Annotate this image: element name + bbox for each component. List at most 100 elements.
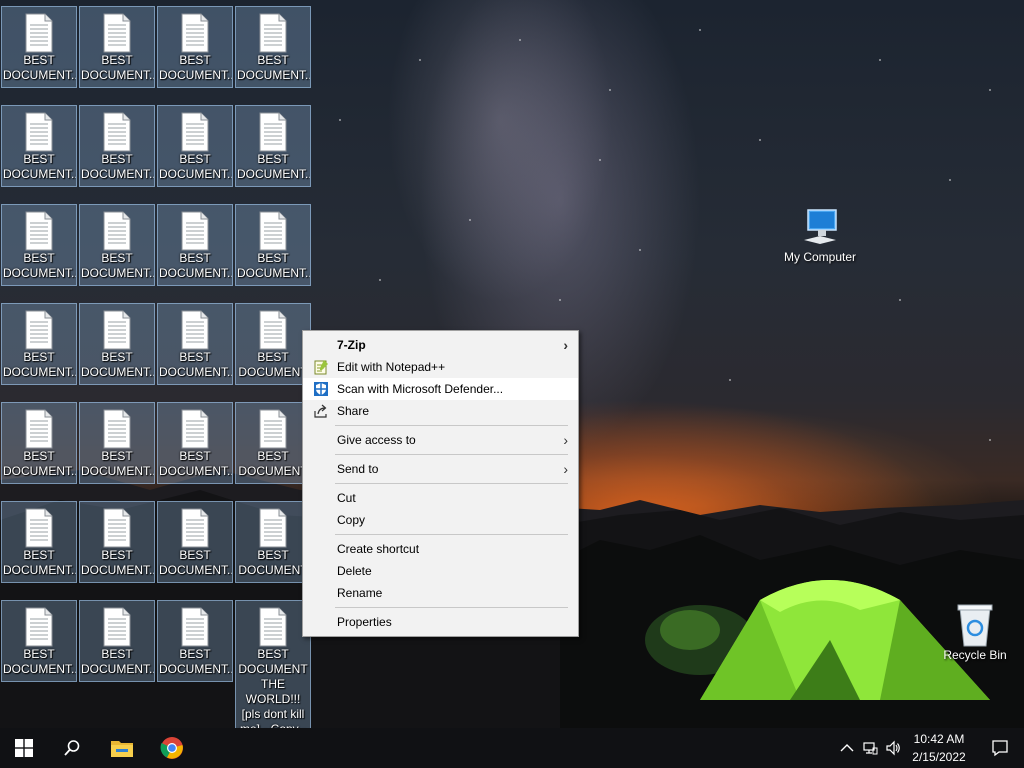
defender-shield-icon <box>314 382 328 396</box>
clock-date: 2/15/2022 <box>912 750 966 764</box>
desktop-file-icon[interactable]: BEST DOCUMENT <box>235 402 311 484</box>
search-button[interactable] <box>48 728 96 768</box>
desktop-file-icon[interactable]: BEST DOCUMENT... <box>79 204 155 286</box>
menu-item-label: Send to <box>337 462 379 476</box>
file-name-label: BEST DOCUMENT... <box>159 251 232 280</box>
menu-item-7zip[interactable]: 7-Zip › <box>303 334 578 356</box>
submenu-arrow-icon: › <box>563 432 568 448</box>
recycle-bin-label: Recycle Bin <box>943 648 1007 662</box>
my-computer-label: My Computer <box>783 250 857 264</box>
desktop-file-icon[interactable]: BEST DOCUMENT... <box>79 6 155 88</box>
menu-item-label: Give access to <box>337 433 416 447</box>
menu-item-edit-notepadpp[interactable]: Edit with Notepad++ <box>303 356 578 378</box>
my-computer-shortcut[interactable]: My Computer <box>778 206 862 264</box>
desktop-file-icon[interactable]: BEST DOCUMENT... <box>157 501 233 583</box>
file-name-label: BEST DOCUMENT... <box>3 350 76 379</box>
menu-item-label: Share <box>337 404 370 418</box>
document-icon <box>259 112 287 152</box>
menu-item-label: Delete <box>337 564 372 578</box>
menu-item-rename[interactable]: Rename <box>303 582 578 604</box>
desktop-file-icon[interactable]: BEST DOCUMENT... <box>235 6 311 88</box>
network-icon[interactable] <box>862 740 878 756</box>
recycle-bin-shortcut[interactable]: Recycle Bin <box>940 602 1010 662</box>
menu-item-copy[interactable]: Copy <box>303 509 578 531</box>
menu-item-give-access[interactable]: Give access to › <box>303 429 578 451</box>
desktop-file-icon[interactable]: BEST DOCUMENT... <box>1 204 77 286</box>
file-name-label: BEST DOCUMENT... <box>237 251 310 280</box>
desktop-file-icon[interactable]: BEST DOCUMENT <box>235 501 311 583</box>
desktop-file-icon[interactable]: BEST DOCUMENT... <box>1 402 77 484</box>
desktop-file-icon[interactable]: BEST DOCUMENT... <box>157 105 233 187</box>
file-name-label: BEST DOCUMENT... <box>159 449 232 478</box>
chevron-up-icon[interactable] <box>839 740 855 756</box>
menu-item-scan-defender[interactable]: Scan with Microsoft Defender... <box>303 378 578 400</box>
taskbar-clock[interactable]: 10:42 AM 2/15/2022 <box>904 730 974 766</box>
desktop-file-icon[interactable]: BEST DOCUMENT... <box>1 600 77 682</box>
document-icon <box>259 211 287 251</box>
document-icon <box>259 607 287 647</box>
desktop-file-icon[interactable]: BEST DOCUMENT... <box>1 105 77 187</box>
menu-item-label: 7-Zip <box>337 338 366 352</box>
document-icon <box>181 211 209 251</box>
menu-item-send-to[interactable]: Send to › <box>303 458 578 480</box>
document-icon <box>25 112 53 152</box>
file-name-label: BEST DOCUMENT... <box>81 647 154 676</box>
file-name-label: BEST DOCUMENT <box>238 350 308 379</box>
file-name-label: BEST DOCUMENT... <box>81 350 154 379</box>
file-name-label: BEST DOCUMENT <box>238 449 308 478</box>
desktop-file-icon[interactable]: BEST DOCUMENT <box>235 303 311 385</box>
document-icon <box>181 409 209 449</box>
volume-icon[interactable] <box>885 740 901 756</box>
desktop-file-icon[interactable]: BEST DOCUMENT... <box>79 402 155 484</box>
menu-item-create-shortcut[interactable]: Create shortcut <box>303 538 578 560</box>
file-name-label: BEST DOCUMENT... <box>3 449 76 478</box>
menu-item-label: Scan with Microsoft Defender... <box>337 382 504 396</box>
document-icon <box>25 211 53 251</box>
desktop-file-icon[interactable]: BEST DOCUMENT THE WORLD!!! [pls dont kil… <box>235 600 311 736</box>
chrome-button[interactable] <box>148 728 196 768</box>
document-icon <box>25 13 53 53</box>
desktop-file-icon[interactable]: BEST DOCUMENT... <box>235 204 311 286</box>
share-icon <box>314 404 327 418</box>
document-icon <box>25 409 53 449</box>
action-center-button[interactable] <box>976 728 1024 768</box>
file-name-label: BEST DOCUMENT... <box>3 251 76 280</box>
desktop-file-icon[interactable]: BEST DOCUMENT... <box>235 105 311 187</box>
document-icon <box>259 409 287 449</box>
menu-item-properties[interactable]: Properties <box>303 611 578 633</box>
file-name-label: BEST DOCUMENT... <box>159 152 232 181</box>
desktop-file-icon[interactable]: BEST DOCUMENT... <box>157 600 233 682</box>
file-explorer-icon <box>111 741 133 757</box>
menu-item-share[interactable]: Share <box>303 400 578 422</box>
desktop-file-icon[interactable]: BEST DOCUMENT... <box>79 600 155 682</box>
submenu-arrow-icon: › <box>563 337 568 353</box>
start-button[interactable] <box>0 728 48 768</box>
file-explorer-button[interactable] <box>98 728 146 768</box>
desktop-file-icon[interactable]: BEST DOCUMENT... <box>157 402 233 484</box>
document-icon <box>259 13 287 53</box>
desktop-file-icon[interactable]: BEST DOCUMENT... <box>1 303 77 385</box>
menu-separator <box>335 607 568 608</box>
notepadpp-icon <box>314 360 328 375</box>
document-icon <box>25 508 53 548</box>
desktop-file-icon[interactable]: BEST DOCUMENT... <box>79 303 155 385</box>
menu-item-label: Create shortcut <box>337 542 420 556</box>
desktop-file-icon[interactable]: BEST DOCUMENT... <box>157 303 233 385</box>
menu-separator <box>335 425 568 426</box>
taskbar: 10:42 AM 2/15/2022 <box>0 728 1024 768</box>
menu-item-label: Rename <box>337 586 383 600</box>
menu-item-delete[interactable]: Delete <box>303 560 578 582</box>
file-name-label: BEST DOCUMENT <box>238 548 308 577</box>
file-name-label: BEST DOCUMENT... <box>237 152 310 181</box>
document-icon <box>181 508 209 548</box>
menu-item-cut[interactable]: Cut <box>303 487 578 509</box>
document-icon <box>181 310 209 350</box>
desktop-file-icon[interactable]: BEST DOCUMENT... <box>79 105 155 187</box>
file-name-label: BEST DOCUMENT... <box>159 53 232 82</box>
desktop-file-icon[interactable]: BEST DOCUMENT... <box>79 501 155 583</box>
desktop-file-icon[interactable]: BEST DOCUMENT... <box>1 6 77 88</box>
desktop-file-icon[interactable]: BEST DOCUMENT... <box>157 204 233 286</box>
desktop-file-icon[interactable]: BEST DOCUMENT... <box>1 501 77 583</box>
file-name-label: BEST DOCUMENT... <box>81 449 154 478</box>
desktop-file-icon[interactable]: BEST DOCUMENT... <box>157 6 233 88</box>
